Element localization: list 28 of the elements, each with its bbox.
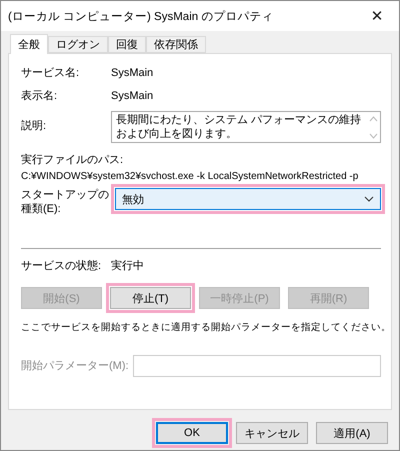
field-label: スタートアップの種類(E): [21,188,110,216]
scroll-down-icon[interactable] [368,133,378,139]
dialog-button[interactable]: 適用(A) [316,422,388,444]
start-parameters-field[interactable] [133,355,381,377]
dialog-button[interactable]: キャンセル [236,422,308,444]
window-title: (ローカル コンピューター) SysMain のプロパティ [8,9,274,24]
startup-type-dropdown[interactable]: 無効 [115,188,381,210]
tab[interactable]: ログオン [48,36,108,53]
field-label: サービス名: [21,66,80,80]
field-label: 説明: [21,119,48,133]
field-label: 開始パラメーター(M): [21,359,130,373]
display-name: SysMain [111,89,154,103]
chevron-down-icon [364,196,374,202]
tab[interactable]: 全般 [10,34,48,54]
tab[interactable]: 依存関係 [146,36,206,53]
close-button[interactable]: ✕ [355,1,399,31]
instruction-text: ここでサービスを開始するときに適用する開始パラメーターを指定してください。 [21,321,391,335]
field-label: サービスの状態: [21,259,102,273]
field-label: 表示名: [21,89,58,103]
executable-path: C:¥WINDOWS¥system32¥svchost.exe -k LocalSystemNetworkRestricted -p [21,170,358,184]
tab[interactable]: 回復 [108,36,146,53]
service-status: 実行中 [111,259,144,273]
service-button[interactable]: 停止(T) [110,287,191,309]
field-label: 実行ファイルのパス: [21,153,124,167]
service-name: SysMain [111,66,154,80]
dialog-button[interactable]: OK [156,422,228,444]
scroll-up-icon[interactable] [368,116,378,122]
description-box[interactable]: 長期間にわたり、システム パフォーマンスの維持および向上を図ります。 [111,111,381,143]
